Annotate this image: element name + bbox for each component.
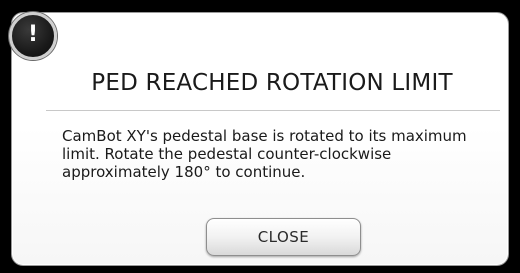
title-divider (46, 110, 500, 111)
exclamation-icon: ! (9, 12, 57, 60)
message-line: limit. Rotate the pedestal counter-clock… (62, 145, 392, 163)
message-line: CamBot XY's pedestal base is rotated to … (62, 127, 467, 145)
close-button[interactable]: CLOSE (206, 218, 361, 256)
dialog-title: PED REACHED ROTATION LIMIT (91, 70, 453, 96)
alert-dialog: PED REACHED ROTATION LIMIT CamBot XY's p… (11, 12, 509, 266)
dialog-message: CamBot XY's pedestal base is rotated to … (62, 127, 512, 181)
message-line: approximately 180° to continue. (62, 163, 306, 181)
exclamation-glyph: ! (27, 22, 39, 47)
